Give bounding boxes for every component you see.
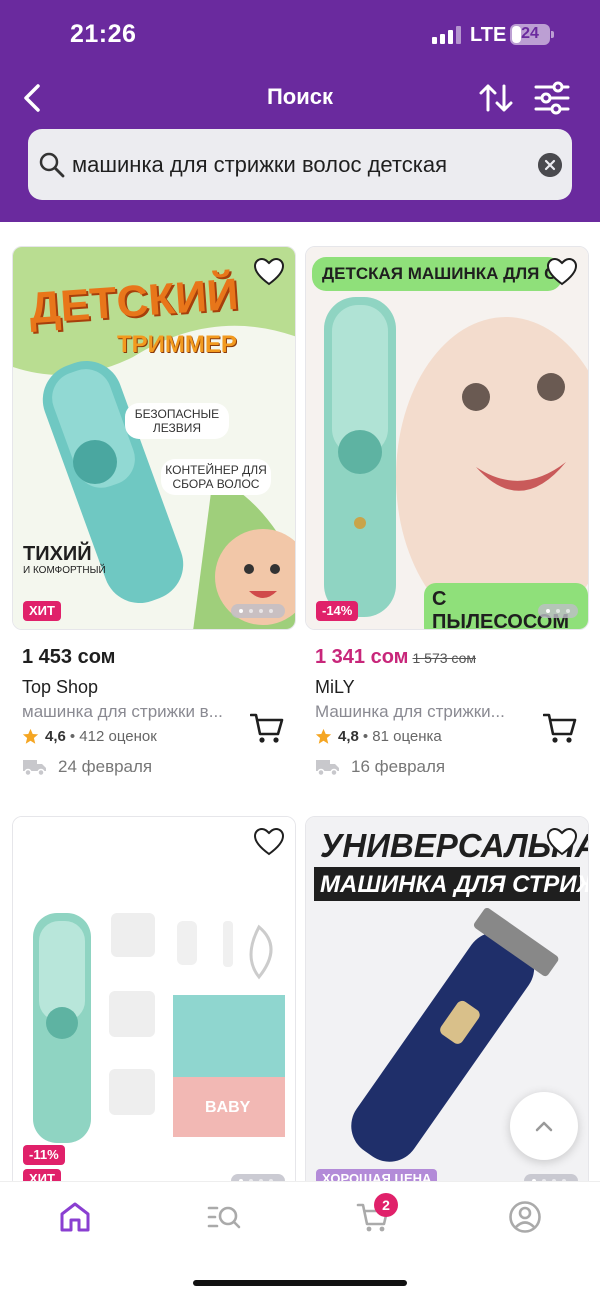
- heart-icon[interactable]: [254, 258, 284, 286]
- image-box-label: BABY: [205, 1099, 251, 1116]
- cart-count-badge: 2: [374, 1193, 398, 1217]
- home-icon[interactable]: [58, 1200, 92, 1234]
- product-card[interactable]: ДЕТСКАЯ МАШИНКА ДЛЯ СТРИЖ С ПЫЛЕСОСОМ -1…: [305, 246, 589, 806]
- discount-badge: -11%: [23, 1145, 65, 1165]
- hit-badge: ХИТ: [23, 601, 61, 621]
- delivery-text: 16 февраля: [351, 757, 446, 776]
- reviews-count: • 412 оценок: [69, 728, 157, 745]
- delivery-text: 24 февраля: [58, 757, 153, 776]
- image-pagination: [538, 604, 578, 618]
- status-bar: 21:26 LTE 24: [0, 0, 600, 70]
- delivery-date: 24 февраля: [22, 757, 292, 777]
- nav-bar: Поиск: [0, 70, 600, 126]
- battery-level: 24: [521, 25, 539, 42]
- star-icon: [315, 728, 332, 744]
- search-bar[interactable]: [28, 129, 572, 200]
- clear-icon[interactable]: [538, 153, 562, 177]
- search-input[interactable]: [72, 145, 512, 185]
- delivery-date: 16 февраля: [315, 757, 585, 777]
- chevron-up-icon: [535, 1121, 553, 1132]
- sort-arrows-icon[interactable]: [476, 78, 516, 118]
- product-price: 1 341 сом 1 573 сом: [315, 646, 585, 669]
- heart-icon[interactable]: [547, 828, 577, 856]
- image-callout: КОНТЕЙНЕР ДЛЯ СБОРА ВОЛОС: [161, 459, 271, 495]
- product-image[interactable]: BABY -11% ХИТ: [12, 816, 296, 1200]
- product-image[interactable]: ДЕТСКАЯ МАШИНКА ДЛЯ СТРИЖ С ПЫЛЕСОСОМ -1…: [305, 246, 589, 630]
- product-photo-3: [13, 817, 295, 1199]
- product-name[interactable]: Машинка для стрижки...: [315, 702, 541, 722]
- product-card[interactable]: BABY -11% ХИТ: [12, 816, 296, 1200]
- image-callout: И КОМФОРТНЫЙ: [23, 565, 106, 576]
- network-label: LTE: [470, 24, 507, 46]
- home-indicator: [193, 1280, 407, 1286]
- product-name[interactable]: машинка для стрижки в...: [22, 702, 248, 722]
- image-pagination: [231, 604, 285, 618]
- product-seller[interactable]: MiLY: [315, 677, 585, 698]
- sale-price: 1 341 сом: [315, 646, 409, 668]
- reviews-count: • 81 оценка: [362, 728, 442, 745]
- image-callout: БЕЗОПАСНЫЕ ЛЕЗВИЯ: [125, 403, 229, 439]
- rating-value: 4,8: [338, 728, 359, 745]
- battery-icon: 24: [510, 24, 550, 45]
- rating-value: 4,6: [45, 728, 66, 745]
- scroll-to-top-button[interactable]: [510, 1092, 578, 1160]
- product-image[interactable]: ДЕТСКИЙ ТРИММЕР БЕЗОПАСНЫЕ ЛЕЗВИЯ КОНТЕЙ…: [12, 246, 296, 630]
- status-time: 21:26: [70, 20, 137, 48]
- app-header: 21:26 LTE 24 Поиск: [0, 0, 600, 222]
- image-subtitle-text: ТРИММЕР: [117, 331, 237, 358]
- old-price: 1 573 сом: [412, 650, 476, 666]
- signal-icon: [432, 26, 462, 44]
- filter-sliders-icon[interactable]: [532, 78, 572, 118]
- heart-icon[interactable]: [547, 258, 577, 286]
- truck-icon: [23, 760, 46, 776]
- image-subtitle-text: МАШИНКА ДЛЯ СТРИЖКИ: [320, 871, 588, 898]
- image-title-text: ДЕТСКАЯ МАШИНКА ДЛЯ СТРИЖ: [312, 257, 562, 291]
- add-to-cart-icon[interactable]: [543, 712, 577, 744]
- search-icon: [39, 152, 65, 178]
- heart-icon[interactable]: [254, 828, 284, 856]
- truck-icon: [316, 760, 339, 776]
- catalog-search-icon[interactable]: [207, 1200, 241, 1234]
- product-card[interactable]: ДЕТСКИЙ ТРИММЕР БЕЗОПАСНЫЕ ЛЕЗВИЯ КОНТЕЙ…: [12, 246, 296, 806]
- image-callout: ТИХИЙ: [23, 543, 92, 565]
- discount-badge: -14%: [316, 601, 359, 621]
- product-seller[interactable]: Top Shop: [22, 677, 292, 698]
- product-photo-2: [306, 247, 588, 629]
- star-icon: [22, 728, 39, 744]
- battery-tip: [551, 31, 554, 38]
- product-price: 1 453 сом: [22, 646, 116, 668]
- profile-icon[interactable]: [508, 1200, 542, 1234]
- add-to-cart-icon[interactable]: [250, 712, 284, 744]
